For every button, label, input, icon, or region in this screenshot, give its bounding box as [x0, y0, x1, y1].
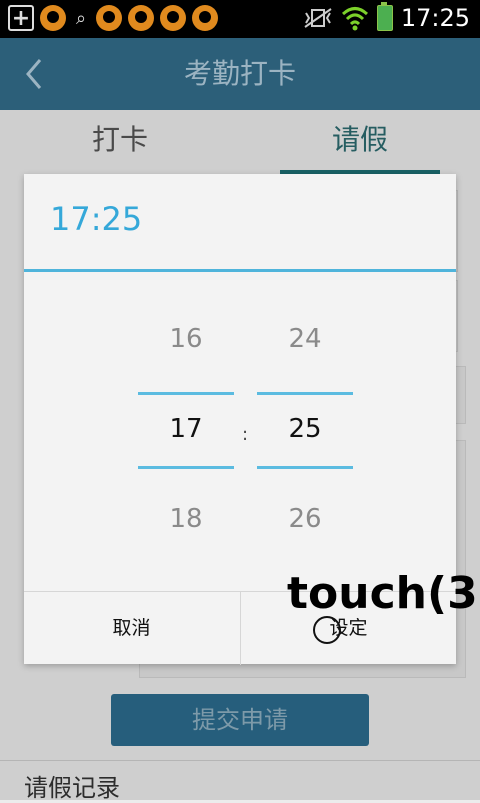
system-icons: 17:25 [303, 2, 470, 32]
minute-next[interactable]: 26 [257, 504, 353, 534]
time-separator: : [242, 424, 249, 445]
hour-next[interactable]: 18 [138, 504, 234, 534]
hour-prev[interactable]: 16 [138, 324, 234, 354]
title-divider [24, 269, 456, 272]
hour-current[interactable]: 17 [138, 414, 234, 444]
hour-divider-top [138, 392, 234, 395]
uc-squirrel-icon [96, 5, 122, 31]
search-icon: ⌕ [75, 7, 87, 29]
cancel-button[interactable]: 取消 [24, 592, 239, 665]
battery-icon [376, 2, 393, 31]
plus-icon: + [8, 5, 34, 31]
uc-squirrel-icon [192, 5, 218, 31]
wifi-icon [341, 7, 368, 31]
uc-squirrel-icon [160, 5, 186, 31]
page-title: 考勤打卡 [183, 57, 296, 90]
uc-squirrel-icon [40, 5, 66, 31]
minute-divider-top [257, 392, 353, 395]
minute-divider-bottom [257, 466, 353, 469]
touch-debug-label: touch(32 [287, 568, 480, 619]
title-bar: 考勤打卡 [0, 38, 480, 110]
notification-icons: + ⌕ [8, 5, 218, 31]
minute-current[interactable]: 25 [257, 414, 353, 444]
vibrate-icon [304, 8, 332, 28]
minute-prev[interactable]: 24 [257, 324, 353, 354]
status-bar: + ⌕ 17:25 [0, 0, 480, 38]
touch-indicator-icon [313, 616, 341, 644]
clock: 17:25 [400, 4, 470, 32]
dialog-title: 17:25 [50, 200, 143, 238]
uc-squirrel-icon [128, 5, 154, 31]
hour-divider-bottom [138, 466, 234, 469]
